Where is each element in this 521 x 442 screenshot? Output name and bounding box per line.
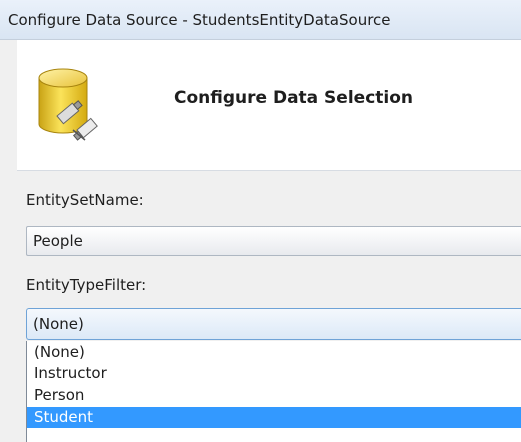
configure-data-source-dialog: Configure Data Source - StudentsEntityDa… (0, 0, 521, 442)
dialog-left-margin (0, 40, 17, 442)
entity-set-name-field[interactable]: People (26, 226, 521, 256)
entity-type-filter-dropdown-list: (None) Instructor Person Student (26, 341, 521, 442)
window-title: Configure Data Source - StudentsEntityDa… (0, 0, 521, 40)
dropdown-option-instructor[interactable]: Instructor (27, 363, 521, 384)
wizard-header: Configure Data Selection (17, 40, 521, 170)
dropdown-option-none[interactable]: (None) (27, 342, 521, 363)
entity-type-filter-label: EntityTypeFilter: (26, 276, 147, 294)
header-divider (17, 170, 521, 171)
dropdown-option-person[interactable]: Person (27, 385, 521, 406)
database-icon (38, 68, 98, 141)
entity-set-name-label: EntitySetName: (26, 191, 144, 209)
dropdown-option-student[interactable]: Student (27, 407, 521, 428)
page-title: Configure Data Selection (174, 88, 414, 108)
entity-type-filter-combobox[interactable]: (None) (26, 308, 521, 340)
